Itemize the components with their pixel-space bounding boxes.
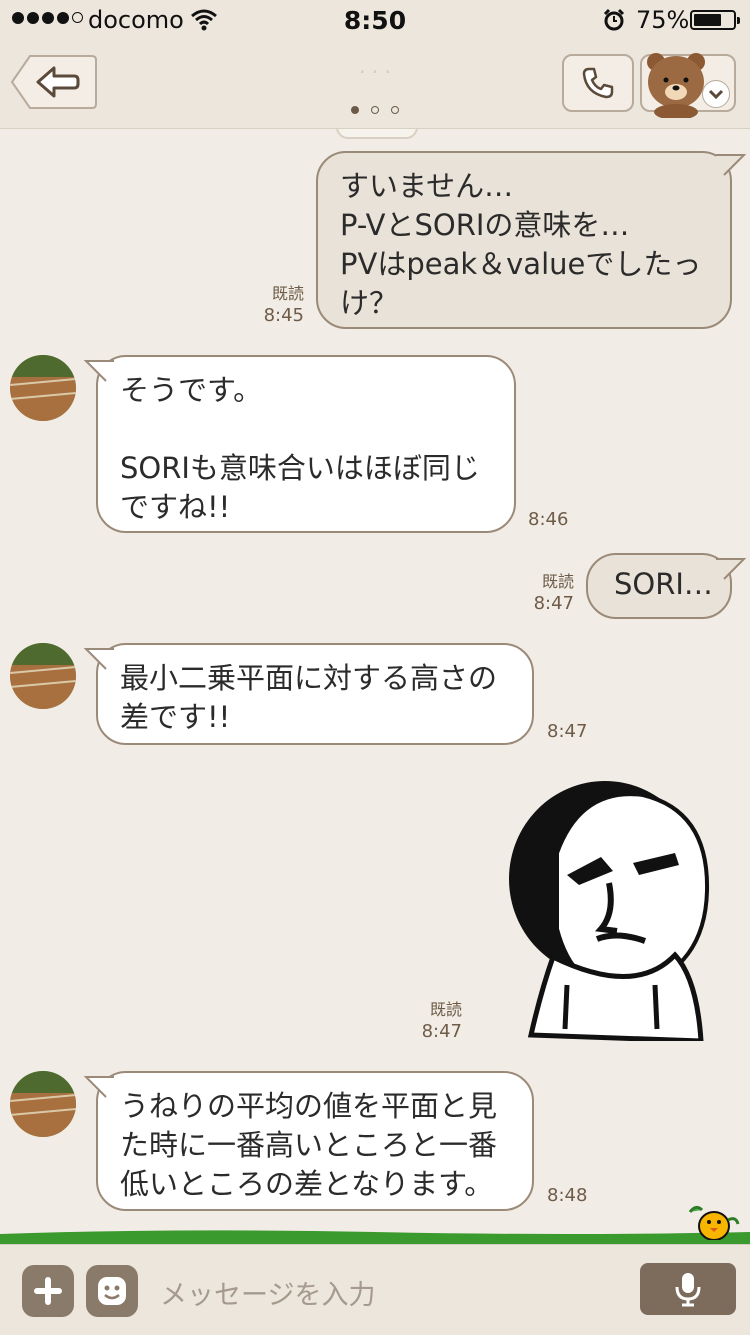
sticker-image[interactable] — [505, 779, 715, 1041]
bubble-tail — [84, 360, 114, 382]
plus-icon — [34, 1277, 62, 1305]
bubble-tail — [84, 1076, 114, 1098]
page-dot — [391, 106, 399, 114]
page-dot — [351, 106, 359, 114]
chat-title: · · · — [359, 60, 391, 84]
call-button[interactable] — [562, 54, 634, 112]
message-bubble-outgoing[interactable]: SORI… — [586, 553, 732, 619]
add-button[interactable] — [22, 1265, 74, 1317]
status-bar: docomo 8:50 75% — [0, 0, 750, 40]
sticker-button[interactable] — [86, 1265, 138, 1317]
message-meta: 既読 8:45 — [244, 283, 304, 327]
previous-message-edge — [336, 129, 418, 139]
read-receipt: 既読 — [429, 1000, 462, 1019]
read-receipt: 既読 — [541, 572, 574, 591]
sender-avatar[interactable] — [10, 355, 76, 421]
page-indicator — [0, 106, 750, 114]
message-time: 8:46 — [528, 509, 569, 530]
message-bubble-incoming[interactable]: そうです。 SORIも意味合いはほぼ同じですね!! — [96, 355, 516, 533]
chevron-down-icon — [702, 80, 730, 108]
battery-icon — [690, 10, 740, 30]
sender-avatar[interactable] — [10, 643, 76, 709]
sender-avatar[interactable] — [10, 1071, 76, 1137]
message-meta: 8:48 — [547, 1185, 607, 1207]
back-button[interactable] — [10, 54, 98, 110]
message-time: 8:48 — [547, 1185, 588, 1206]
phone-icon — [582, 67, 614, 99]
page-dot — [371, 106, 379, 114]
message-meta: 既読 8:47 — [402, 999, 462, 1043]
battery-percent: 75% — [636, 6, 690, 34]
voice-button[interactable] — [640, 1263, 736, 1315]
message-meta: 8:46 — [528, 509, 588, 531]
message-meta: 8:47 — [547, 721, 607, 743]
smiley-icon — [98, 1277, 126, 1305]
alarm-icon — [603, 8, 625, 31]
message-bubble-incoming[interactable]: うねりの平均の値を平面と見た時に一番高いところと一番低いところの差となります。 — [96, 1071, 534, 1211]
message-bubble-incoming[interactable]: 最小二乗平面に対する高さの差です!! — [96, 643, 534, 745]
message-list[interactable]: すいません… P-VとSORIの意味を… PVはpeak＆valueでしたっけ？… — [0, 129, 750, 1239]
microphone-icon — [675, 1273, 701, 1307]
message-input-bar: メッセージを入力 — [0, 1244, 750, 1335]
message-meta: 既読 8:47 — [514, 571, 574, 615]
message-time: 8:47 — [547, 721, 588, 742]
bubble-tail — [716, 154, 746, 176]
chick-icon — [688, 1205, 740, 1240]
bubble-tail — [84, 648, 114, 670]
message-input[interactable]: メッセージを入力 — [160, 1273, 375, 1312]
message-time: 8:45 — [263, 305, 304, 326]
read-receipt: 既読 — [271, 284, 304, 303]
message-time: 8:47 — [533, 593, 574, 614]
chat-header: · · · — [0, 40, 750, 129]
friend-menu-button[interactable] — [640, 53, 736, 118]
bubble-tail — [716, 558, 746, 580]
message-time: 8:47 — [421, 1021, 462, 1042]
message-bubble-outgoing[interactable]: すいません… P-VとSORIの意味を… PVはpeak＆valueでしたっけ？ — [316, 151, 732, 329]
